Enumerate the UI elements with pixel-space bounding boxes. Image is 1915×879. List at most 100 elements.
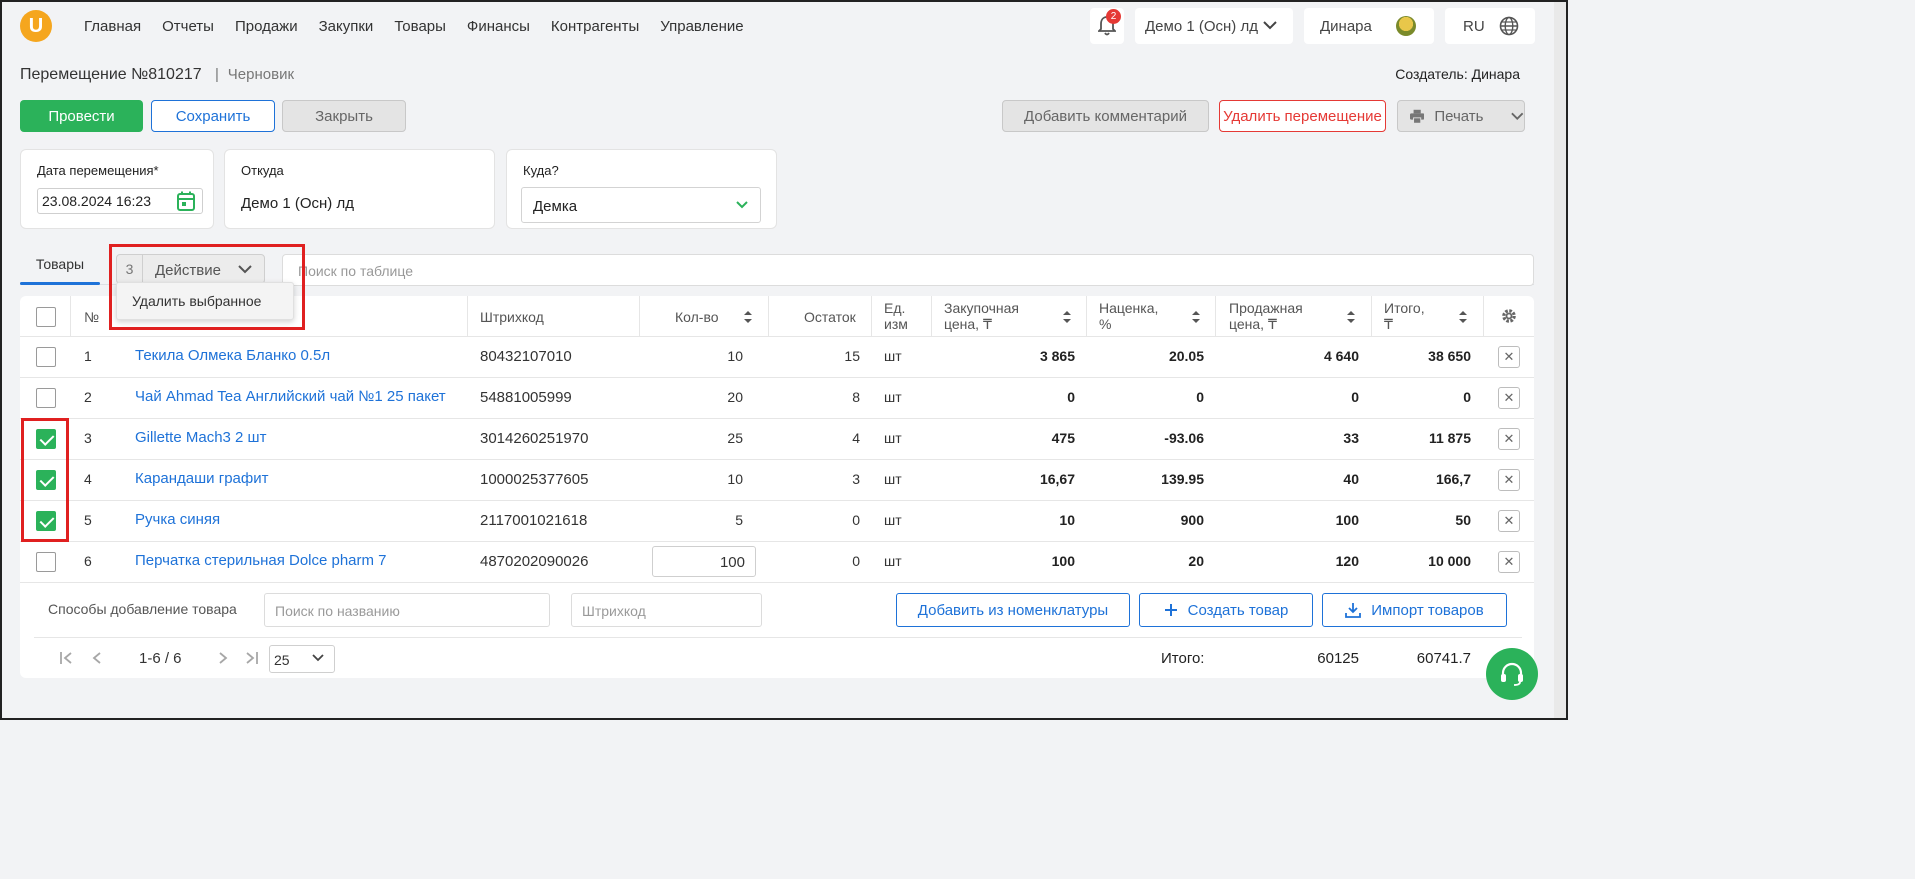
nav-item-goods[interactable]: Товары [394,18,446,35]
row-checkbox[interactable] [36,388,56,408]
last-page-icon[interactable] [245,651,259,665]
column-header-total-line2: ₸ [1384,316,1393,332]
row-checkbox[interactable] [36,347,56,367]
transfer-date-input[interactable]: 23.08.2024 16:23 [37,188,203,214]
remove-row-button[interactable]: ✕ [1498,428,1520,450]
sort-icon[interactable] [1062,310,1072,324]
nav-item-sales[interactable]: Продажи [235,18,298,35]
add-comment-button[interactable]: Добавить комментарий [1002,100,1209,132]
create-product-button[interactable]: Создать товар [1139,593,1313,627]
import-products-button[interactable]: Импорт товаров [1322,593,1507,627]
destination-store-select[interactable]: Демка [521,187,761,223]
product-name-link[interactable]: Ручка синяя [135,511,220,528]
remove-row-button[interactable]: ✕ [1498,510,1520,532]
bulk-action-select[interactable]: 3 Действие [116,254,265,284]
product-name-link[interactable]: Чай Ahmad Tea Английский чай №1 25 пакет [135,388,446,405]
column-header-quantity[interactable]: Кол-во [675,309,719,325]
row-checkbox[interactable] [36,552,56,572]
nav-item-management[interactable]: Управление [660,18,743,35]
calendar-icon[interactable] [177,191,195,211]
close-button[interactable]: Закрыть [282,100,406,132]
page-size-select[interactable]: 25 [269,645,335,673]
purchase-price-cell: 475 [1051,430,1075,446]
remove-row-button[interactable]: ✕ [1498,346,1520,368]
quantity-cell[interactable]: 10 [727,471,743,487]
nav-item-purchases[interactable]: Закупки [319,18,374,35]
print-button-label: Печать [1434,107,1484,125]
support-chat-button[interactable] [1486,648,1538,700]
prev-page-icon[interactable] [91,651,103,665]
destination-store-label: Куда? [523,163,559,178]
close-icon: ✕ [1503,513,1515,528]
product-name-link[interactable]: Карандаши графит [135,470,268,487]
print-button[interactable]: Печать [1397,100,1525,132]
column-header-barcode[interactable]: Штрихкод [480,309,544,325]
table-search-input[interactable]: Поиск по таблице [282,254,1534,286]
select-all-checkbox[interactable] [36,307,56,327]
store-selector-value: Демо 1 (Осн) лд [1145,17,1258,35]
nav-item-finance[interactable]: Финансы [467,18,530,35]
delete-transfer-button[interactable]: Удалить перемещение [1219,100,1386,132]
header-separator [467,296,468,336]
barcode-cell: 4870202090026 [480,553,589,570]
column-header-purchase-price[interactable]: Закупочная цена, ₸ [944,300,1019,332]
column-header-sale-line1: Продажная [1229,300,1303,316]
first-page-icon[interactable] [59,651,73,665]
remove-row-button[interactable]: ✕ [1498,551,1520,573]
product-name-link[interactable]: Перчатка стерильная Dolce pharm 7 [135,552,387,569]
conduct-button[interactable]: Провести [20,100,143,132]
sort-icon[interactable] [743,310,753,324]
product-name-link[interactable]: Текила Олмека Бланко 0.5л [135,347,330,364]
chevron-down-icon [238,265,252,274]
save-button[interactable]: Сохранить [151,100,275,132]
add-from-catalog-button[interactable]: Добавить из номенклатуры [896,593,1130,627]
sort-icon[interactable] [1346,310,1356,324]
column-header-markup[interactable]: Наценка, % [1099,300,1158,332]
import-products-label: Импорт товаров [1371,601,1484,619]
barcode-input[interactable]: Штрихкод [571,593,762,627]
header-separator [1215,296,1216,336]
row-divider [20,336,1534,337]
sort-icon[interactable] [1191,310,1201,324]
transfer-date-card: Дата перемещения* 23.08.2024 16:23 [20,149,214,229]
delete-selected-menu-item[interactable]: Удалить выбранное [116,282,294,320]
store-selector[interactable]: Демо 1 (Осн) лд [1135,8,1293,44]
column-header-unit-line1: Ед. [884,300,906,316]
markup-cell: 139.95 [1161,471,1204,487]
column-header-sale-price[interactable]: Продажная цена, ₸ [1229,300,1303,332]
quantity-cell[interactable]: 20 [727,389,743,405]
markup-cell: 20.05 [1168,348,1204,364]
sale-price-cell: 40 [1343,471,1359,487]
selected-count: 3 [117,255,143,283]
page-scrollbar[interactable] [1554,0,1568,720]
sort-icon[interactable] [1458,310,1468,324]
product-name-search-input[interactable]: Поиск по названию [264,593,550,627]
language-selector[interactable]: RU [1445,8,1535,44]
tab-goods[interactable]: Товары [20,256,100,285]
row-checkbox-checked[interactable] [36,429,56,449]
product-name-link[interactable]: Gillette Mach3 2 шт [135,429,266,446]
destination-store-card: Куда? Демка [506,149,777,229]
user-menu[interactable]: Динара [1304,8,1434,44]
quantity-input[interactable]: 100 [652,546,756,577]
nav-item-reports[interactable]: Отчеты [162,18,214,35]
row-checkbox-checked[interactable] [36,511,56,531]
quantity-cell[interactable]: 5 [735,512,743,528]
row-number: 3 [84,430,92,446]
gear-icon[interactable] [1500,307,1518,325]
quantity-cell[interactable]: 25 [727,430,743,446]
next-page-icon[interactable] [217,651,229,665]
nav-item-counterparties[interactable]: Контрагенты [551,18,639,35]
column-header-total[interactable]: Итого, ₸ [1384,300,1425,332]
source-store-value: Демо 1 (Осн) лд [241,195,354,212]
quantity-cell[interactable]: 10 [727,348,743,364]
remove-row-button[interactable]: ✕ [1498,387,1520,409]
row-divider [20,418,1534,419]
notifications-button[interactable]: 2 [1090,8,1124,44]
row-divider [20,459,1534,460]
bulk-action-label: Действие [155,262,221,279]
remove-row-button[interactable]: ✕ [1498,469,1520,491]
row-checkbox-checked[interactable] [36,470,56,490]
app-logo[interactable]: U [20,10,52,42]
nav-item-home[interactable]: Главная [84,18,141,35]
